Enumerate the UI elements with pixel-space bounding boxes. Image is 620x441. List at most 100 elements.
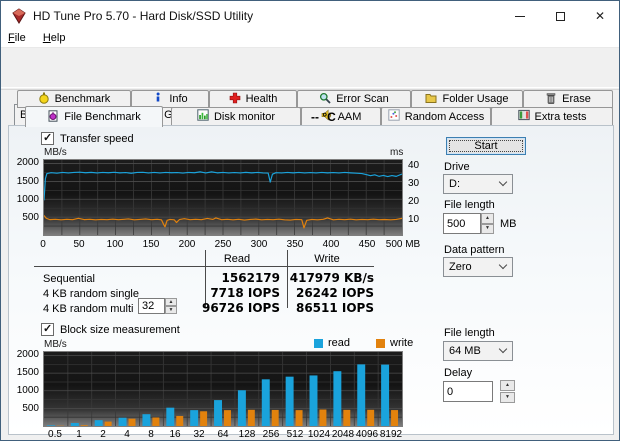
x-tick: 64 [217,429,229,440]
x-tick: 256 [262,429,280,440]
app-icon [11,8,27,24]
close-icon [595,9,605,23]
transfer-x-axis: 0 50 100 150 200 250 300 350 400 450 500 MB [40,239,420,251]
health-cross-icon [229,92,241,107]
info-icon [152,92,164,107]
y-tick: 30 [408,178,420,189]
extra-tests-icon [517,109,530,124]
transfer-speed-checkbox[interactable] [41,131,54,145]
transfer-plot [43,159,403,236]
chevron-down-icon [498,177,508,187]
tab-random-access[interactable]: Random Access [381,107,491,126]
close-button[interactable] [581,1,619,31]
maximize-icon [555,11,565,21]
delay-stepper[interactable]: ▲ ▼ [500,380,515,403]
start-button-label: Start [474,140,498,152]
x-tick: 0 [40,239,46,250]
random-multi-write-value: 86511 IOPS [295,301,374,315]
x-tick: 32 [193,429,205,440]
menu-help[interactable]: Help [36,31,73,45]
legend-read-swatch [314,339,323,348]
hdtune-window: HD Tune Pro 5.70 - Hard Disk/SSD Utility… [0,0,620,441]
tab-error-scan[interactable]: Error Scan [297,90,411,108]
queue-depth-stepper[interactable]: ▲ ▼ [165,298,177,314]
tab-label: Random Access [404,110,485,123]
trash-icon [545,92,557,107]
tab-label: Health [245,93,278,105]
y-tick: 40 [408,160,420,171]
menu-file[interactable]: File [1,31,33,45]
y-tick: 1500 [16,176,39,187]
x-tick: 4096 [355,429,379,440]
stepper-down-icon[interactable]: ▼ [481,223,494,234]
x-tick: 250 [214,239,232,250]
drive-label: Drive [444,161,470,173]
block-file-length-label: File length [444,327,495,339]
file-benchmark-icon [47,109,59,125]
block-size-checkbox[interactable] [41,322,54,336]
x-tick: 0.5 [48,429,62,440]
y-tick: 500 [22,403,39,414]
tab-disk-monitor[interactable]: Disk monitor [171,107,301,126]
table-header-rule [34,266,374,267]
x-tick: 1 [76,429,82,440]
file-length-input[interactable] [443,213,481,234]
blocksize-plot [43,351,403,427]
stepper-up-icon[interactable]: ▲ [165,298,177,306]
tab-health[interactable]: Health [209,90,297,108]
random-multi-read-value: 96726 IOPS [201,301,280,315]
tab-label: Error Scan [336,93,389,105]
x-tick: 2048 [331,429,355,440]
stepper-up-icon[interactable]: ▲ [481,213,494,224]
x-tick: 50 [73,239,85,250]
tab-file-benchmark[interactable]: File Benchmark [25,106,163,127]
x-tick: 500 MB [385,239,421,250]
minimize-button[interactable] [501,1,539,31]
x-tick: 100 [106,239,124,250]
drive-combo[interactable]: D: [443,174,513,194]
magnifier-icon [319,92,331,107]
y-tick: 1500 [16,367,39,378]
tab-folder-usage[interactable]: Folder Usage [411,90,523,108]
y-tick: 2000 [16,157,39,168]
temperature-value: -- °C [311,110,336,124]
drive-combo-value: D: [449,178,460,190]
tab-extra-tests[interactable]: Extra tests [491,107,613,126]
data-pattern-combo[interactable]: Zero [443,257,513,277]
tab-label: Erase [562,93,591,105]
data-pattern-value: Zero [449,261,472,273]
x-tick: 1024 [307,429,331,440]
tab-label: AAM [337,110,362,123]
block-file-length-combo[interactable]: 64 MB [443,341,513,361]
transfer-speed-label: Transfer speed [60,133,134,145]
transfer-y-left-unit: MB/s [44,147,67,158]
y-tick: 20 [408,196,420,207]
random-single-write-value: 26242 IOPS [295,286,374,300]
stopwatch-icon [38,92,50,107]
start-button[interactable]: Start [446,137,526,155]
window-title: HD Tune Pro 5.70 - Hard Disk/SSD Utility [33,9,254,23]
tab-erase[interactable]: Erase [523,90,613,108]
tab-label: Extra tests [534,110,587,123]
x-tick: 128 [238,429,256,440]
delay-label: Delay [444,367,473,379]
queue-depth-input[interactable] [138,298,165,314]
tab-label: File Benchmark [64,111,141,123]
write-column-header: Write [314,253,340,265]
file-length-stepper[interactable]: ▲ ▼ [481,213,494,234]
stepper-up-icon[interactable]: ▲ [500,380,515,391]
delay-input[interactable] [443,381,493,402]
x-tick: 200 [178,239,196,250]
y-tick: 2000 [16,349,39,360]
chevron-down-icon [498,260,508,270]
stepper-down-icon[interactable]: ▼ [165,306,177,314]
stepper-down-icon[interactable]: ▼ [500,392,515,403]
y-tick: 10 [408,214,420,225]
tab-label: Benchmark [54,93,111,105]
y-tick: 1000 [16,194,39,205]
tab-label: Info [169,93,188,105]
legend-write-label: write [390,337,414,349]
maximize-button[interactable] [541,1,579,31]
block-size-label: Block size measurement [60,324,180,336]
x-tick: 8192 [379,429,403,440]
